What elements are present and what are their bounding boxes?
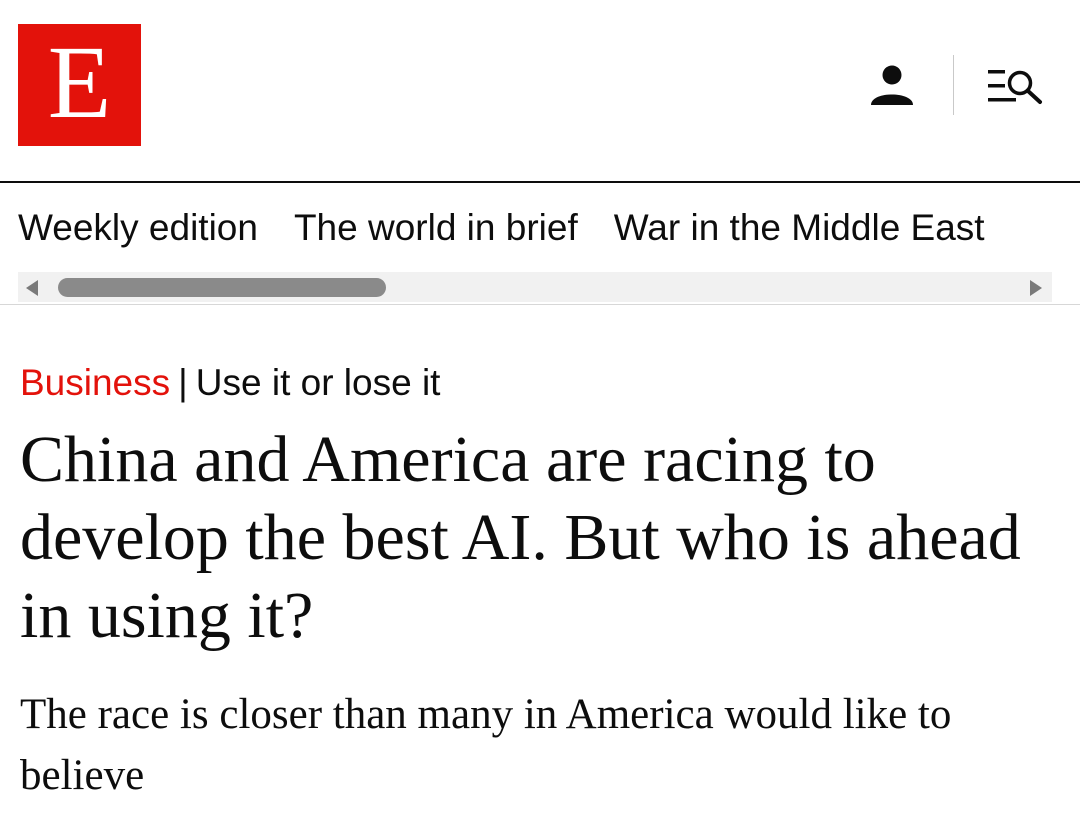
- nav-item-weekly-edition[interactable]: Weekly edition: [18, 206, 258, 250]
- menu-search-button[interactable]: [984, 64, 1046, 108]
- flytitle: Use it or lose it: [195, 362, 441, 403]
- section-link[interactable]: Business: [20, 362, 170, 403]
- menu-search-icon: [988, 70, 1042, 104]
- scroll-left-arrow-icon[interactable]: [26, 280, 38, 296]
- scroll-right-arrow-icon[interactable]: [1030, 280, 1042, 296]
- nav-scrollbar[interactable]: [18, 272, 1052, 302]
- article-headline: China and America are racing to develop …: [20, 423, 1021, 652]
- user-icon: [871, 65, 913, 105]
- logo-letter: E: [47, 25, 112, 140]
- article-subheadline: The race is closer than many in America …: [20, 691, 952, 799]
- site-header: E: [0, 0, 1080, 183]
- nav-item-war-in-middle-east[interactable]: War in the Middle East: [614, 206, 985, 250]
- economist-logo[interactable]: E: [18, 24, 141, 146]
- page: E Weekly edition The world in brief War in…: [0, 0, 1080, 829]
- article-rubric: Business | Use it or lose it: [20, 360, 440, 406]
- header-divider: [953, 55, 954, 115]
- rubric-separator: |: [178, 362, 188, 403]
- scroll-thumb[interactable]: [58, 278, 386, 297]
- nav-item-world-in-brief[interactable]: The world in brief: [294, 206, 578, 250]
- account-button[interactable]: [866, 64, 918, 108]
- nav-scroll-area[interactable]: Weekly edition The world in brief War in t…: [18, 206, 1052, 254]
